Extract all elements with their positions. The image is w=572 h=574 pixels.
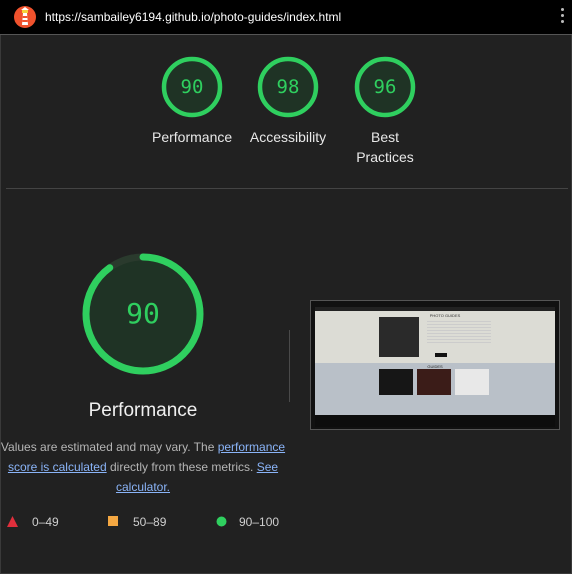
lighthouse-icon	[14, 6, 36, 28]
url-bar: https://sambailey6194.github.io/photo-gu…	[0, 0, 572, 35]
kebab-menu-icon[interactable]	[560, 8, 566, 26]
gauge-ring: 96	[354, 56, 416, 118]
gauge-label: Accessibility	[249, 129, 327, 145]
page-url[interactable]: https://sambailey6194.github.io/photo-gu…	[45, 10, 341, 24]
vertical-divider	[289, 330, 290, 402]
score-description: Values are estimated and may vary. The p…	[0, 437, 286, 497]
gauge-best-practices[interactable]: 96 Best Practices	[345, 55, 425, 167]
legend-pass: 90–100	[239, 515, 280, 529]
thumb-heading: PHOTO GUIDES	[429, 313, 461, 318]
gauge-ring: 90	[161, 56, 223, 118]
desc-text: Values are estimated and may vary. The	[0, 440, 218, 454]
gauge-performance[interactable]: 90 Performance	[152, 55, 232, 147]
gauge-score: 98	[277, 76, 300, 98]
gauge-score: 96	[374, 76, 397, 98]
thumb-hero: PHOTO GUIDES	[315, 311, 555, 363]
gauge-label: Performance	[152, 129, 233, 145]
legend-average: 50–89	[133, 515, 167, 529]
page-screenshot-thumbnail[interactable]: PHOTO GUIDES GUIDES	[310, 300, 560, 430]
score-legend: 0–49 50–89 90–100	[0, 513, 290, 531]
thumb-guides: GUIDES	[315, 363, 555, 415]
thumb-footer	[315, 415, 555, 427]
gauge-accessibility[interactable]: 98 Accessibility	[248, 55, 328, 147]
performance-gauge-large: 90	[82, 253, 204, 375]
average-square-icon	[108, 516, 118, 526]
pass-circle-icon	[216, 516, 227, 527]
fail-triangle-icon	[7, 516, 18, 527]
category-title: Performance	[88, 400, 198, 421]
large-gauge-score: 90	[126, 297, 160, 330]
legend-fail: 0–49	[32, 515, 59, 529]
desc-text: directly from these metrics.	[106, 460, 257, 474]
gauge-label: Best Practices	[356, 129, 414, 165]
gauge-ring: 98	[257, 56, 319, 118]
gauge-score: 90	[181, 76, 204, 98]
section-divider	[6, 188, 568, 189]
